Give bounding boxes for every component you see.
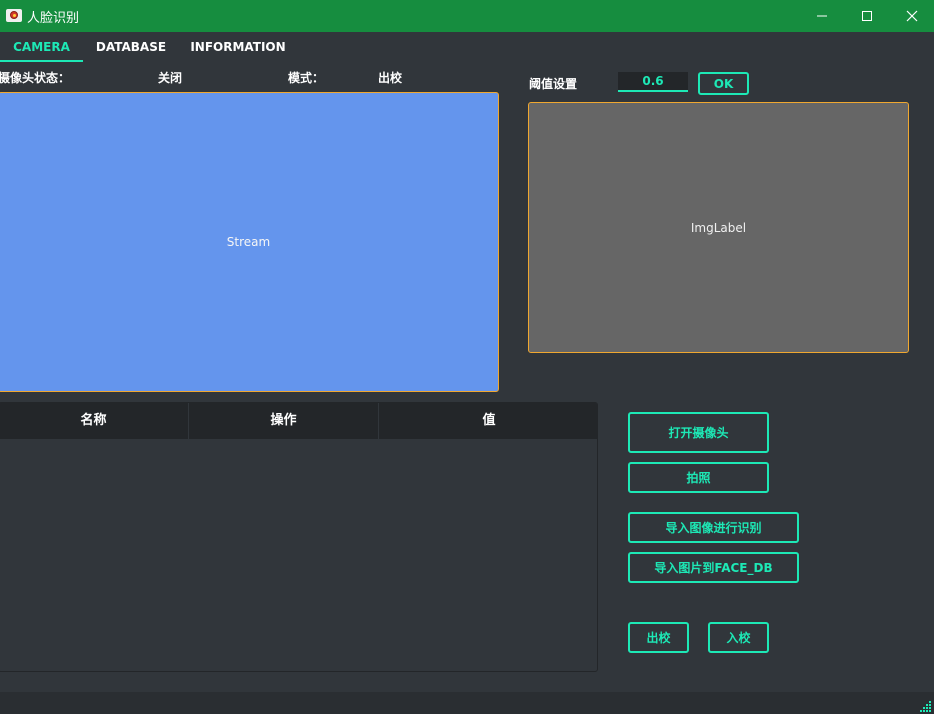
close-icon <box>906 10 918 22</box>
tab-camera[interactable]: CAMERA <box>0 32 83 62</box>
image-preview-text: ImgLabel <box>690 220 747 235</box>
title-bar: 人脸识别 <box>0 0 934 32</box>
threshold-label: 阈值设置 <box>529 77 578 91</box>
table-header: 名称 操作 值 <box>0 403 597 439</box>
column-header-value[interactable]: 值 <box>379 403 597 439</box>
mode-label: 模式： <box>288 71 325 85</box>
camera-status-value: 关闭 <box>158 71 183 85</box>
close-button[interactable] <box>889 0 934 32</box>
stream-text: Stream <box>226 235 271 249</box>
enter-school-button[interactable]: 入校 <box>708 622 769 653</box>
camera-status-label: 摄像头状态： <box>0 71 71 85</box>
import-recognize-button[interactable]: 导入图像进行识别 <box>628 512 799 543</box>
maximize-button[interactable] <box>844 0 890 32</box>
resize-grip-icon[interactable] <box>918 698 932 712</box>
minimize-button[interactable] <box>799 0 845 32</box>
tab-bar: CAMERA DATABASE INFORMATION <box>0 32 934 62</box>
exit-school-button[interactable]: 出校 <box>628 622 689 653</box>
tab-information[interactable]: INFORMATION <box>183 32 293 62</box>
tab-database[interactable]: DATABASE <box>87 32 175 62</box>
app-icon <box>6 9 22 22</box>
window-title: 人脸识别 <box>27 11 80 26</box>
maximize-icon <box>862 11 872 21</box>
camera-stream: Stream <box>0 92 499 392</box>
results-table[interactable]: 名称 操作 值 <box>0 402 598 672</box>
image-preview: ImgLabel <box>528 102 909 353</box>
column-header-name[interactable]: 名称 <box>0 403 189 439</box>
import-to-db-button[interactable]: 导入图片到FACE_DB <box>628 552 799 583</box>
threshold-ok-button[interactable]: OK <box>698 72 749 95</box>
column-header-operation[interactable]: 操作 <box>189 403 379 439</box>
threshold-input[interactable]: 0.6 <box>618 72 688 92</box>
open-camera-button[interactable]: 打开摄像头 <box>628 412 769 453</box>
mode-value: 出校 <box>378 71 403 85</box>
take-photo-button[interactable]: 拍照 <box>628 462 769 493</box>
minimize-icon <box>817 15 827 17</box>
status-bar <box>0 692 934 714</box>
